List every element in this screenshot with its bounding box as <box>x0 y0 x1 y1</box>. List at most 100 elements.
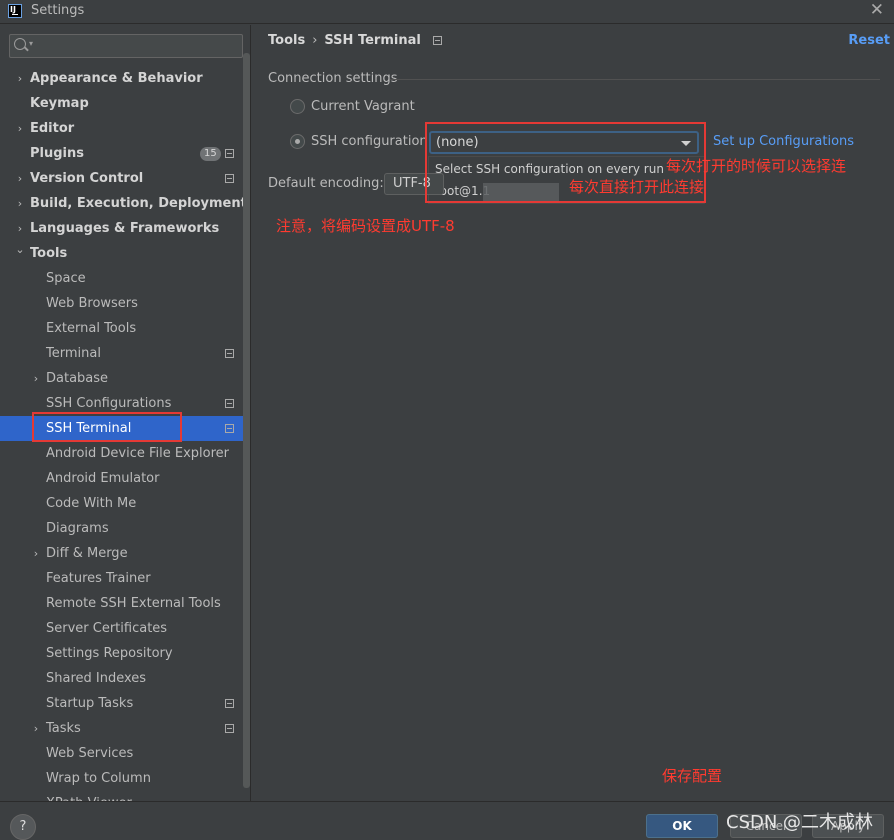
project-settings-icon <box>225 699 234 708</box>
chevron-right-icon[interactable]: › <box>15 66 25 91</box>
chevron-right-icon[interactable]: › <box>31 366 41 391</box>
sidebar-item-appearance-behavior[interactable]: › Appearance & Behavior <box>0 66 243 91</box>
sidebar-item-wrap-to-column[interactable]: Wrap to Column <box>0 766 243 791</box>
sidebar-item-label: Web Services <box>46 746 134 761</box>
sidebar-item-features-trainer[interactable]: Features Trainer <box>0 566 243 591</box>
help-button[interactable]: ? <box>10 814 36 840</box>
annotation-save: 保存配置 <box>662 767 723 785</box>
annotation-box-ssh-terminal <box>32 412 182 442</box>
project-settings-icon <box>225 349 234 358</box>
sidebar-item-label: External Tools <box>46 321 137 336</box>
ok-button[interactable]: OK <box>646 814 718 838</box>
sidebar-item-android-emulator[interactable]: Android Emulator <box>0 466 243 491</box>
sidebar-item-plugins[interactable]: Plugins 15 <box>0 141 243 166</box>
sidebar-item-server-certificates[interactable]: Server Certificates <box>0 616 243 641</box>
sidebar-item-label: Android Device File Explorer <box>46 446 229 461</box>
breadcrumb-parent[interactable]: Tools <box>268 33 305 48</box>
sidebar-item-label: Terminal <box>46 346 101 361</box>
sidebar-item-label: Plugins <box>30 146 84 161</box>
sidebar-item-remote-ssh-external-tools[interactable]: Remote SSH External Tools <box>0 591 243 616</box>
sidebar-item-android-device-file-explorer[interactable]: Android Device File Explorer <box>0 441 243 466</box>
title-bar: IJ Settings ✕ <box>0 0 894 24</box>
sidebar-item-shared-indexes[interactable]: Shared Indexes <box>0 666 243 691</box>
plugin-updates-badge: 15 <box>200 147 221 161</box>
sidebar-item-build-execution-deployment[interactable]: › Build, Execution, Deployment <box>0 191 247 216</box>
section-title: Connection settings <box>268 71 398 86</box>
radio-ssh-configuration[interactable] <box>290 134 305 149</box>
sidebar-item-keymap[interactable]: Keymap <box>0 91 243 116</box>
sidebar-item-label: Languages & Frameworks <box>30 221 220 236</box>
sidebar-item-label: Database <box>46 371 109 386</box>
settings-search-input[interactable]: ▾ <box>9 34 243 58</box>
annotation-encoding: 注意，将编码设置成UTF-8 <box>276 217 455 235</box>
annotation-direct-open: 每次直接打开此连接 <box>569 178 705 196</box>
sidebar-item-xpath-viewer[interactable]: XPath Viewer <box>0 791 243 801</box>
sidebar-item-settings-repository[interactable]: Settings Repository <box>0 641 243 666</box>
section-divider <box>390 79 880 80</box>
sidebar-item-label: Tools <box>30 246 68 261</box>
sidebar-item-label: Remote SSH External Tools <box>46 596 221 611</box>
radio-ssh-configuration-label[interactable]: SSH configuration <box>311 134 428 149</box>
chevron-right-icon[interactable]: › <box>15 166 25 191</box>
project-settings-icon <box>432 36 442 45</box>
sidebar-item-editor[interactable]: › Editor <box>0 116 243 141</box>
sidebar-item-startup-tasks[interactable]: Startup Tasks <box>0 691 243 716</box>
chevron-right-icon[interactable]: › <box>31 716 41 741</box>
sidebar-item-languages-frameworks[interactable]: › Languages & Frameworks <box>0 216 243 241</box>
chevron-right-icon[interactable]: › <box>15 116 25 141</box>
project-settings-icon <box>225 424 234 433</box>
project-settings-icon <box>225 174 234 183</box>
chevron-down-icon[interactable]: ⌄ <box>15 237 25 262</box>
intellij-logo-icon: IJ <box>8 4 22 18</box>
breadcrumb: Tools › SSH Terminal <box>268 33 442 48</box>
sidebar-item-terminal[interactable]: Terminal <box>0 341 243 366</box>
sidebar-item-tasks[interactable]: › Tasks <box>0 716 243 741</box>
radio-current-vagrant-label[interactable]: Current Vagrant <box>311 99 415 114</box>
sidebar-item-label: Shared Indexes <box>46 671 147 686</box>
csdn-watermark: CSDN @二木成林 <box>726 812 874 833</box>
sidebar-item-label: Build, Execution, Deployment <box>30 196 247 211</box>
dialog-button-bar: ? OK Cancel Apply CSDN @二木成林 <box>0 801 894 840</box>
sidebar-item-tools[interactable]: ⌄ Tools <box>0 241 243 266</box>
sidebar-item-label: Appearance & Behavior <box>30 71 203 86</box>
sidebar-item-diagrams[interactable]: Diagrams <box>0 516 243 541</box>
project-settings-icon <box>225 149 234 158</box>
sidebar-item-label: Web Browsers <box>46 296 138 311</box>
sidebar-item-space[interactable]: Space <box>0 266 243 291</box>
reset-link[interactable]: Reset <box>848 33 890 48</box>
breadcrumb-current: SSH Terminal <box>324 33 421 48</box>
sidebar-item-version-control[interactable]: › Version Control <box>0 166 243 191</box>
search-history-caret-icon[interactable]: ▾ <box>29 39 33 48</box>
sidebar-item-label: Code With Me <box>46 496 137 511</box>
sidebar-item-external-tools[interactable]: External Tools <box>0 316 243 341</box>
sidebar-item-web-browsers[interactable]: Web Browsers <box>0 291 243 316</box>
sidebar-item-label: XPath Viewer <box>46 791 132 801</box>
sidebar-item-label: Diff & Merge <box>46 546 128 561</box>
sidebar-item-label: Diagrams <box>46 521 109 536</box>
radio-current-vagrant[interactable] <box>290 99 305 114</box>
sidebar-item-label: Editor <box>30 121 75 136</box>
chevron-right-icon[interactable]: › <box>15 191 25 216</box>
sidebar-item-label: Settings Repository <box>46 646 173 661</box>
project-settings-icon <box>225 724 234 733</box>
chevron-right-icon[interactable]: › <box>31 541 41 566</box>
sidebar-item-diff-merge[interactable]: › Diff & Merge <box>0 541 243 566</box>
sidebar-item-label: Features Trainer <box>46 571 151 586</box>
sidebar-item-database[interactable]: › Database <box>0 366 243 391</box>
sidebar-item-web-services[interactable]: Web Services <box>0 741 243 766</box>
sidebar-item-code-with-me[interactable]: Code With Me <box>0 491 243 516</box>
sidebar-item-label: Startup Tasks <box>46 696 134 711</box>
close-icon[interactable]: ✕ <box>870 0 884 20</box>
project-settings-icon <box>225 399 234 408</box>
setup-configurations-link[interactable]: Set up Configurations <box>713 134 854 149</box>
sidebar-item-label: Tasks <box>46 721 81 736</box>
search-icon <box>14 38 26 50</box>
annotation-every-time: 每次打开的时候可以选择连 <box>666 157 847 175</box>
breadcrumb-separator: › <box>312 33 318 48</box>
sidebar-item-label: Space <box>46 271 86 286</box>
sidebar-item-label: Keymap <box>30 96 89 111</box>
sidebar-scrollbar[interactable] <box>243 53 250 788</box>
sidebar-item-label: Server Certificates <box>46 621 168 636</box>
sidebar-item-label: Android Emulator <box>46 471 160 486</box>
window-title: Settings <box>31 3 85 18</box>
